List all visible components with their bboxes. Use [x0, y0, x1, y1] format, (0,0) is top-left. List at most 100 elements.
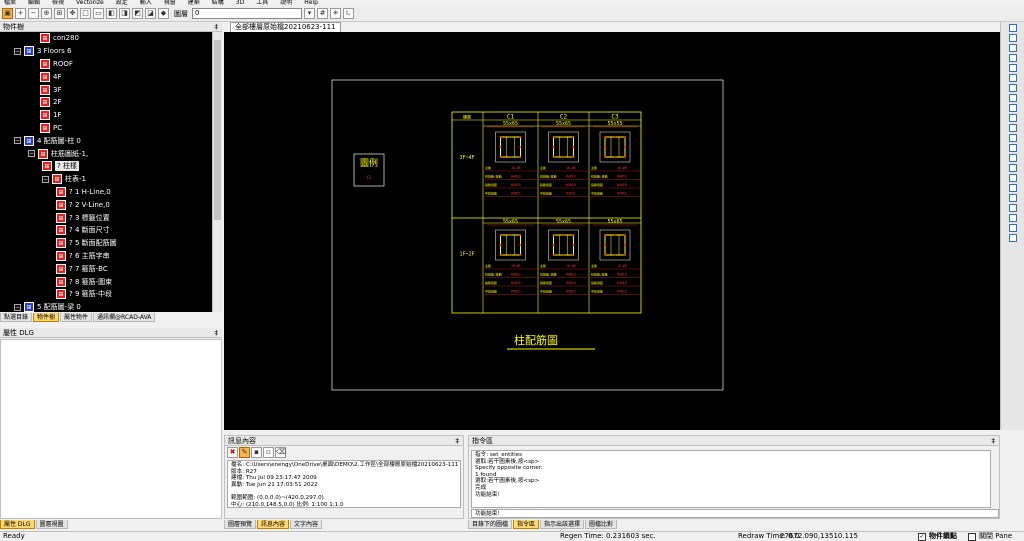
side-tool-icon[interactable] — [1008, 104, 1017, 112]
side-tool-icon[interactable] — [1008, 34, 1017, 42]
tree-row[interactable]: ⊞ PC — [0, 122, 212, 135]
expand-toggle-icon[interactable]: − — [14, 137, 21, 145]
cad-drawing[interactable]: 圖例 C1 樓層 C1 C2 C3 3F~4F 55x65 主筋 16-#8 柱箍筋/箍筋 #4@… — [224, 32, 1000, 430]
message-text[interactable]: 檔名: C:\Users\enengy\OneDrive\桌面\DEMO\2.工… — [227, 460, 461, 508]
close-pane-checkbox[interactable] — [968, 533, 976, 541]
tree-row[interactable]: − ⊞ 柱表-1 — [0, 173, 212, 186]
side-tool-icon[interactable] — [1008, 74, 1017, 82]
side-tool-icon[interactable] — [1008, 44, 1017, 52]
pin-icon[interactable]: ‡ — [215, 22, 219, 31]
tree-row[interactable]: ⊞ 1F — [0, 109, 212, 122]
panel-tab[interactable]: 屬性物件 — [60, 313, 93, 322]
pan-icon[interactable]: ✥ — [67, 8, 78, 19]
side-tool-icon[interactable] — [1008, 144, 1017, 152]
panel-tab[interactable]: 目錄下的圖檔 — [468, 520, 513, 529]
side-tool-icon[interactable] — [1008, 204, 1017, 212]
layer-off-icon[interactable]: ◩ — [132, 8, 143, 19]
expand-toggle-icon[interactable]: − — [28, 150, 35, 158]
side-tool-icon[interactable] — [1008, 234, 1017, 242]
tree-scrollbar[interactable] — [212, 32, 222, 312]
side-tool-icon[interactable] — [1008, 184, 1017, 192]
panel-tab[interactable]: 指示出該選擇 — [540, 520, 585, 529]
side-tool-icon[interactable] — [1008, 164, 1017, 172]
delete-icon[interactable]: ✖ — [227, 447, 238, 458]
tree-row[interactable]: ⊞? 6 主筋字串 — [0, 250, 212, 263]
tree-row[interactable]: ⊞? 5 斷面配筋圖 — [0, 237, 212, 250]
tree-row[interactable]: ⊞? 9 箍筋-中段 — [0, 288, 212, 301]
expand-toggle-icon[interactable]: − — [14, 47, 21, 55]
command-input[interactable]: 功能結束! — [471, 509, 999, 518]
side-tool-icon[interactable] — [1008, 134, 1017, 142]
pin-icon[interactable]: ‡ — [215, 328, 219, 337]
open-file-icon[interactable]: ▭ — [93, 8, 104, 19]
zoom-window-icon[interactable]: ⊕ — [41, 8, 52, 19]
document-tab[interactable]: 全部樓層原始檔20210623-111 — [230, 22, 341, 32]
tree-row[interactable]: ⊞ 2F — [0, 96, 212, 109]
layer-lock-icon[interactable]: ◪ — [145, 8, 156, 19]
expand-toggle-icon[interactable]: − — [42, 175, 49, 183]
panel-tab[interactable]: 點選目錄 — [0, 313, 33, 322]
ortho-icon[interactable]: ∟ — [343, 8, 354, 19]
tree-row[interactable]: ⊞ 4F — [0, 70, 212, 83]
tree-row[interactable]: ⊞ con280 — [0, 32, 212, 45]
panel-tab[interactable]: 文字內容 — [290, 520, 323, 529]
side-tool-icon[interactable] — [1008, 94, 1017, 102]
panel-tab[interactable]: 圖檔比對 — [585, 520, 618, 529]
property-grid[interactable] — [0, 339, 222, 519]
side-tool-icon[interactable] — [1008, 114, 1017, 122]
panel-tab[interactable]: 物件樹 — [33, 313, 60, 322]
layer-select[interactable]: 0 — [192, 8, 302, 19]
tree-row[interactable]: ⊞ 3F — [0, 83, 212, 96]
side-tool-icon[interactable] — [1008, 154, 1017, 162]
tree-scroll-thumb[interactable] — [214, 40, 221, 220]
tree-row[interactable]: ⊞? 柱樣 — [0, 160, 212, 173]
snap-grid-icon[interactable]: # — [317, 8, 328, 19]
clear-icon[interactable]: ⌫ — [275, 447, 286, 458]
panel-tab[interactable]: 圖層視圖 — [35, 520, 68, 529]
new-file-icon[interactable]: □ — [80, 8, 91, 19]
tree-row[interactable]: ⊞ ROOF — [0, 58, 212, 71]
side-tool-icon[interactable] — [1008, 54, 1017, 62]
side-tool-icon[interactable] — [1008, 84, 1017, 92]
side-tool-icon[interactable] — [1008, 194, 1017, 202]
side-tool-icon[interactable] — [1008, 124, 1017, 132]
pin-icon[interactable]: ‡ — [456, 436, 460, 445]
command-history[interactable]: 指令: set_entities 選取:若干圖素後,按<sp> Specify op… — [471, 450, 991, 508]
layer-color-icon[interactable]: ◆ — [158, 8, 169, 19]
panel-tab[interactable]: 屬性 DLG — [0, 520, 35, 529]
tree-row[interactable]: ⊞? 4 斷面尺寸 — [0, 224, 212, 237]
side-tool-icon[interactable] — [1008, 64, 1017, 72]
expand-toggle-icon[interactable]: − — [14, 303, 21, 311]
tree-row[interactable]: ⊞? 7 箍筋-BC — [0, 262, 212, 275]
tree-row[interactable]: ⊞? 8 箍筋-圍束 — [0, 275, 212, 288]
tree-row[interactable]: − ⊞ 4 配筋圖-柱 0 — [0, 134, 212, 147]
tree-row[interactable]: − ⊞ 3 Floors 6 — [0, 45, 212, 58]
lock-checkbox[interactable]: ✓ — [918, 533, 926, 541]
save-icon[interactable]: ▪ — [251, 447, 262, 458]
select-tool-icon[interactable]: ▣ — [2, 8, 13, 19]
save-as-icon[interactable]: ▫ — [263, 447, 274, 458]
panel-tab[interactable]: 通訊欄@RCAD-AVA — [93, 313, 156, 322]
panel-tab[interactable]: 指令區 — [513, 520, 540, 529]
panel-tab[interactable]: 訊息內容 — [257, 520, 290, 529]
side-tool-icon[interactable] — [1008, 24, 1017, 32]
side-tool-icon[interactable] — [1008, 224, 1017, 232]
highlight-icon[interactable]: ✎ — [239, 447, 250, 458]
tree-row[interactable]: ⊞? 2 V-Line,0 — [0, 198, 212, 211]
side-tool-icon[interactable] — [1008, 214, 1017, 222]
side-tool-icon[interactable] — [1008, 174, 1017, 182]
layer-tool-icon[interactable]: ◧ — [106, 8, 117, 19]
tree-row[interactable]: ⊞? 3 標籤位置 — [0, 211, 212, 224]
zoom-extents-icon[interactable]: ⊞ — [54, 8, 65, 19]
osnap-icon[interactable]: ✳ — [330, 8, 341, 19]
tree-row[interactable]: ⊞? 1 H-Line,0 — [0, 186, 212, 199]
zoom-in-icon[interactable]: + — [15, 8, 26, 19]
panel-tab[interactable]: 圖層預覽 — [224, 520, 257, 529]
layer-on-icon[interactable]: ◨ — [119, 8, 130, 19]
drawing-canvas[interactable]: 圖例 C1 樓層 C1 C2 C3 3F~4F 55x65 主筋 16-#8 柱箍筋/箍筋 #4@… — [224, 32, 1000, 430]
zoom-out-icon[interactable]: − — [28, 8, 39, 19]
dropdown-arrow-icon[interactable]: ▾ — [304, 8, 315, 19]
tree-row[interactable]: − ⊞ 柱筋圖紙-1, — [0, 147, 212, 160]
pin-icon[interactable]: ‡ — [992, 436, 996, 445]
object-tree[interactable]: ⊞ con280− ⊞ 3 Floors 6 ⊞ ROOF ⊞ 4F ⊞ 3F ⊞ 2F ⊞ 1F ⊞ PC −… — [0, 32, 212, 312]
